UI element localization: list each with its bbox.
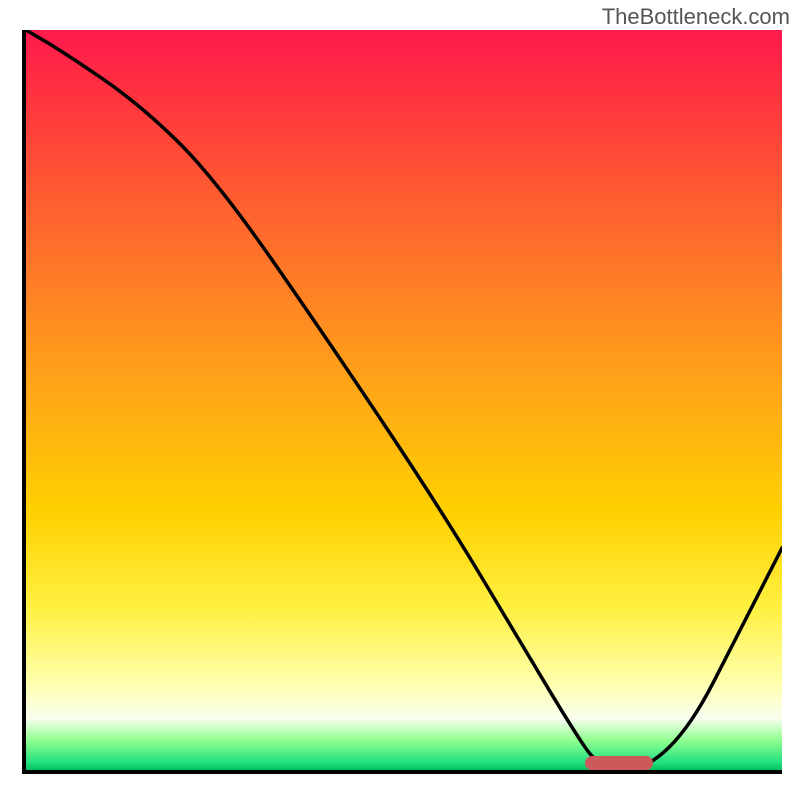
chart-plot-area [22,30,782,774]
watermark-text: TheBottleneck.com [602,4,790,30]
optimal-range-marker [585,756,653,770]
bottleneck-curve [26,30,782,770]
